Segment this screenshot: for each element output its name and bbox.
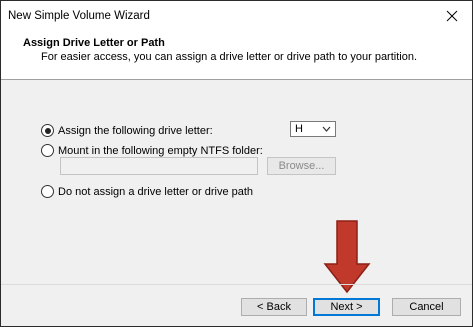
mount-folder-radio[interactable] [41,144,54,157]
page-title: Assign Drive Letter or Path [23,37,165,49]
wizard-header: Assign Drive Letter or Path For easier a… [1,31,472,80]
folder-path-field[interactable] [60,157,258,175]
drive-letter-select[interactable]: H [290,121,336,137]
no-assign-label: Do not assign a drive letter or drive pa… [58,185,254,198]
drive-letter-value: H [295,123,303,135]
next-button[interactable]: Next > [313,298,380,316]
close-button[interactable] [432,1,472,31]
option-mount-folder[interactable]: Mount in the following empty NTFS folder… [41,144,263,157]
no-assign-radio[interactable] [41,185,54,198]
title-bar: New Simple Volume Wizard [1,1,472,31]
assign-letter-label: Assign the following drive letter: [58,124,213,137]
assign-letter-radio[interactable] [41,124,54,137]
chevron-down-icon [322,126,331,132]
back-button[interactable]: < Back [241,298,307,316]
mount-folder-label: Mount in the following empty NTFS folder… [58,144,263,157]
cancel-button[interactable]: Cancel [392,298,461,316]
down-arrow-icon [323,220,371,294]
browse-button[interactable]: Browse... [267,157,336,175]
window-title: New Simple Volume Wizard [8,10,150,22]
close-icon [446,10,458,22]
wizard-window: New Simple Volume Wizard Assign Drive Le… [0,0,473,327]
page-subtitle: For easier access, you can assign a driv… [41,51,418,63]
footer-divider [1,284,472,285]
option-no-assign[interactable]: Do not assign a drive letter or drive pa… [41,185,253,198]
option-assign-letter[interactable]: Assign the following drive letter: [41,124,213,137]
